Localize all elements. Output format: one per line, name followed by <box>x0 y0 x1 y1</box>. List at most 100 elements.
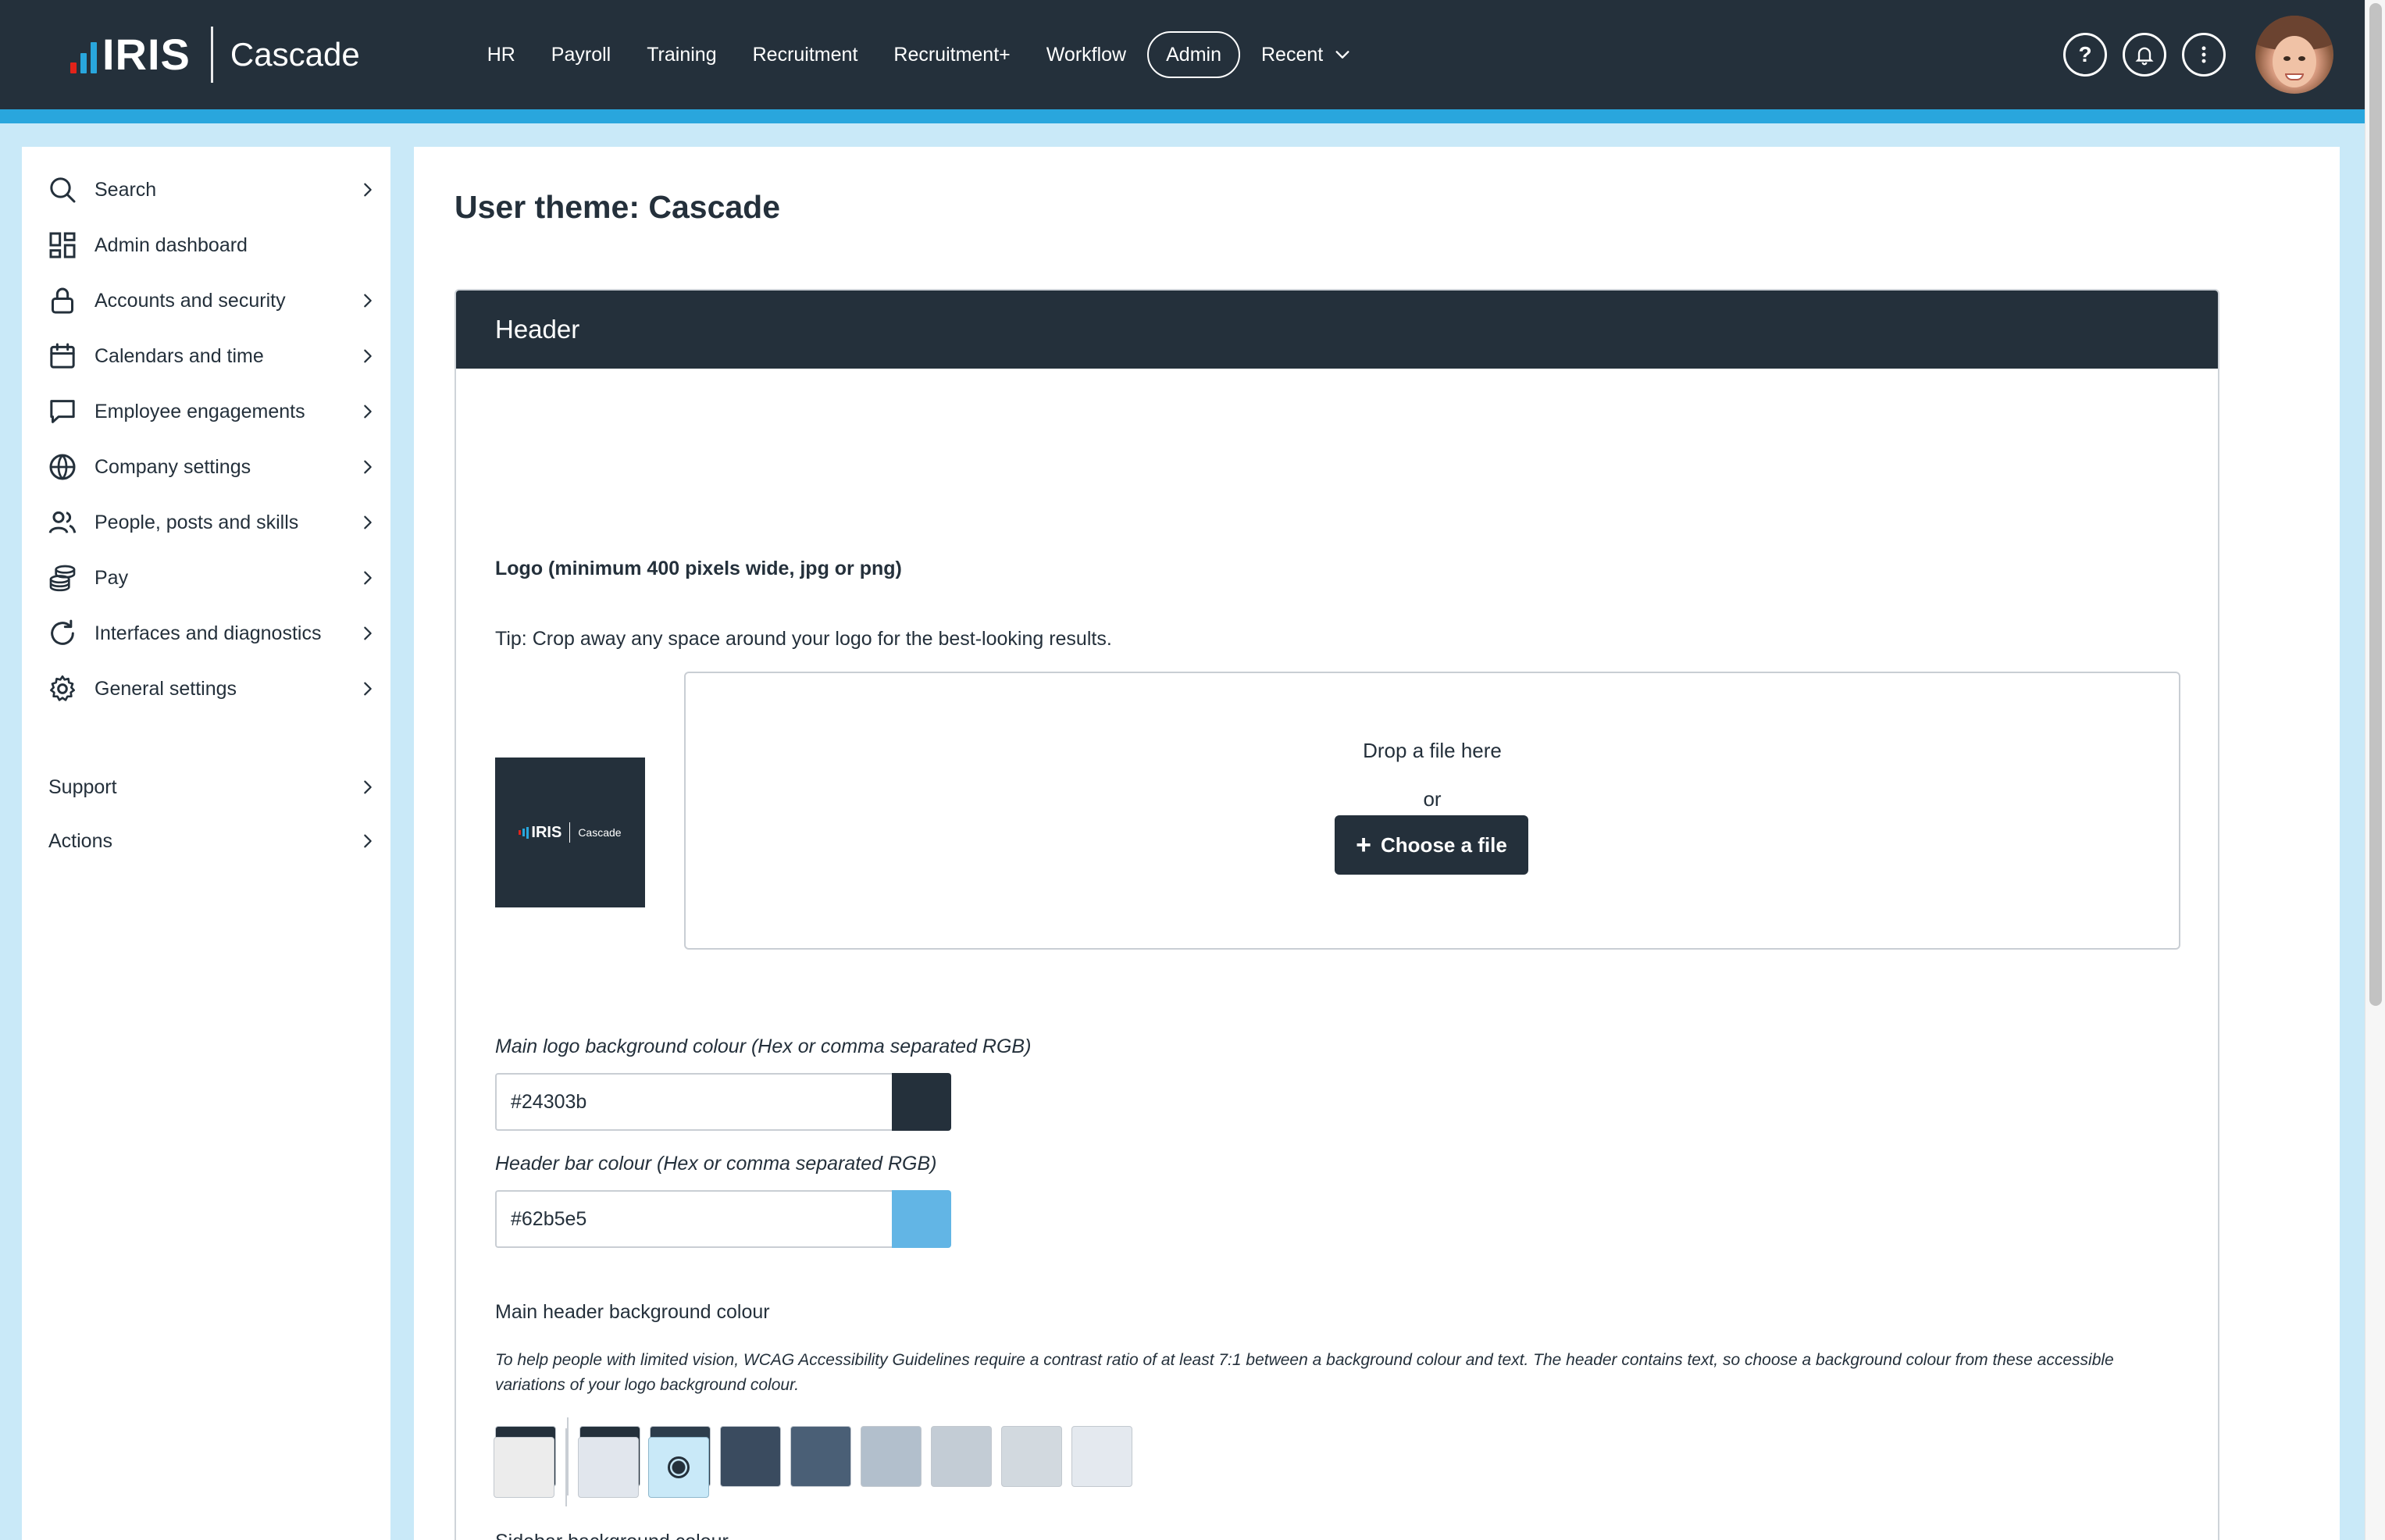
logo-preview-image: IRIS Cascade <box>519 822 622 843</box>
logo-label: Logo (minimum 400 pixels wide, jpg or pn… <box>495 558 902 579</box>
main-logo-bg-swatch <box>892 1073 951 1131</box>
nav-recent[interactable]: Recent <box>1243 31 1369 78</box>
choose-file-button[interactable]: + Choose a file <box>1335 815 1528 875</box>
admin-sidebar: Search Admin dashboard Accounts and secu… <box>22 147 390 1540</box>
nav-recruitment-plus[interactable]: Recruitment+ <box>875 31 1028 78</box>
nav-recruitment[interactable]: Recruitment <box>735 31 876 78</box>
nav-hr[interactable]: HR <box>469 31 533 78</box>
chevron-right-icon <box>364 571 372 585</box>
sidebar-bg-label: Sidebar background colour <box>495 1531 729 1540</box>
sidebar-bg-options <box>494 1428 718 1506</box>
chevron-right-icon <box>364 405 372 419</box>
coins-icon <box>49 565 76 592</box>
scrollbar-thumb[interactable] <box>2369 3 2382 1006</box>
sidebar-item-accounts-and-security[interactable]: Accounts and security <box>22 276 390 326</box>
sidebar-item-search[interactable]: Search <box>22 165 390 215</box>
main-header-bg-option[interactable] <box>931 1426 992 1487</box>
sidebar-item-people-posts-and-skills[interactable]: People, posts and skills <box>22 497 390 547</box>
nav-admin[interactable]: Admin <box>1147 31 1240 78</box>
main-header-bg-option[interactable] <box>720 1426 781 1487</box>
notifications-button[interactable] <box>2123 33 2166 77</box>
nav-workflow[interactable]: Workflow <box>1029 31 1144 78</box>
sidebar-item-label: Company settings <box>94 455 251 478</box>
app-name: Cascade <box>230 36 360 73</box>
header-bar-colour-input[interactable] <box>495 1190 892 1248</box>
header-bar-colour-swatch <box>892 1190 951 1248</box>
chevron-right-icon <box>364 626 372 640</box>
nav-recruitment-plus-label: Recruitment+ <box>893 44 1011 66</box>
dropzone-text: Drop a file here <box>1363 739 1502 762</box>
chevron-right-icon <box>364 780 372 794</box>
sidebar-item-general-settings[interactable]: General settings <box>22 664 390 714</box>
page-scrollbar[interactable] <box>2365 0 2385 1540</box>
wcag-note: To help people with limited vision, WCAG… <box>495 1351 2114 1394</box>
dashboard-icon <box>49 232 76 258</box>
sidebar-bg-option[interactable] <box>494 1437 554 1498</box>
logo-preview-name: Cascade <box>578 826 622 839</box>
sidebar-item-employee-engagements[interactable]: Employee engagements <box>22 387 390 437</box>
sidebar-item-calendars-and-time[interactable]: Calendars and time <box>22 331 390 381</box>
sidebar-item-pay[interactable]: Pay <box>22 553 390 603</box>
nav-recent-label: Recent <box>1260 44 1324 66</box>
header-bar-colour-label: Header bar colour (Hex or comma separate… <box>495 1153 937 1175</box>
header-accent-bar <box>0 109 2365 123</box>
logo-preview: IRIS Cascade <box>495 758 645 907</box>
lock-icon <box>52 287 73 314</box>
chevron-right-icon <box>364 294 372 308</box>
refresh-icon <box>51 619 74 645</box>
search-icon <box>50 177 76 203</box>
sidebar-item-label: Calendars and time <box>94 344 264 367</box>
nav-workflow-label: Workflow <box>1046 44 1127 66</box>
chevron-down-icon <box>1335 51 1349 59</box>
top-bar: IRIS Cascade HR Payroll Training Recruit… <box>0 0 2365 109</box>
sidebar-item-label: Admin dashboard <box>94 233 248 256</box>
sidebar-item-label: General settings <box>94 677 237 700</box>
main-logo-bg-label: Main logo background colour (Hex or comm… <box>495 1036 1032 1057</box>
sidebar-item-company-settings[interactable]: Company settings <box>22 442 390 492</box>
sidebar-item-label: Pay <box>94 566 129 589</box>
sidebar-item-label: Accounts and security <box>94 289 286 312</box>
sidebar-item-interfaces-and-diagnostics[interactable]: Interfaces and diagnostics <box>22 608 390 658</box>
more-vertical-icon <box>2201 46 2206 63</box>
brand-logo-text: IRIS <box>102 30 191 79</box>
sidebar-item-label: People, posts and skills <box>94 511 299 533</box>
globe-icon <box>49 454 76 480</box>
main-header-bg-option[interactable] <box>861 1426 922 1487</box>
brand-divider <box>210 27 213 83</box>
chevron-right-icon <box>364 515 372 529</box>
nav-payroll[interactable]: Payroll <box>533 31 629 78</box>
chevron-right-icon <box>364 349 372 363</box>
sidebar-item-admin-dashboard[interactable]: Admin dashboard <box>22 220 390 270</box>
chat-icon <box>50 400 75 423</box>
sidebar-bg-option[interactable] <box>648 1437 709 1498</box>
chevron-right-icon <box>364 460 372 474</box>
nav-payroll-label: Payroll <box>551 44 611 66</box>
nav-training[interactable]: Training <box>629 31 734 78</box>
page-title: User theme: Cascade <box>455 189 781 225</box>
main-header-bg-option[interactable] <box>1001 1426 1062 1487</box>
sidebar-item-support[interactable]: Support <box>22 762 390 812</box>
sidebar-item-label: Employee engagements <box>94 400 305 422</box>
logo-preview-iris: IRIS <box>531 823 562 841</box>
sidebar-bg-option[interactable] <box>578 1437 639 1498</box>
brand[interactable]: IRIS Cascade <box>70 0 360 109</box>
people-icon <box>48 511 77 533</box>
sidebar-item-actions[interactable]: Actions <box>22 816 390 866</box>
more-options-button[interactable] <box>2182 33 2226 77</box>
help-button[interactable]: ? <box>2063 33 2107 77</box>
main-content: User theme: Cascade Header Logo (minimum… <box>414 147 2340 1540</box>
nav-recruitment-label: Recruitment <box>752 44 858 66</box>
main-logo-bg-input[interactable] <box>495 1073 892 1131</box>
avatar[interactable] <box>2255 16 2333 94</box>
sidebar-item-label: Actions <box>48 829 112 852</box>
nav-training-label: Training <box>647 44 717 66</box>
swatch-divider <box>565 1428 567 1506</box>
nav-hr-label: HR <box>487 44 515 66</box>
dropzone-or: or <box>1423 787 1442 811</box>
main-header-bg-option[interactable] <box>1071 1426 1132 1487</box>
file-dropzone[interactable]: Drop a file here or + Choose a file <box>684 672 2180 950</box>
top-actions: ? <box>2048 0 2365 109</box>
main-header-bg-option[interactable] <box>790 1426 851 1487</box>
choose-file-label: Choose a file <box>1381 832 1507 857</box>
header-settings-card: Header Logo (minimum 400 pixels wide, jp… <box>455 289 2219 1540</box>
